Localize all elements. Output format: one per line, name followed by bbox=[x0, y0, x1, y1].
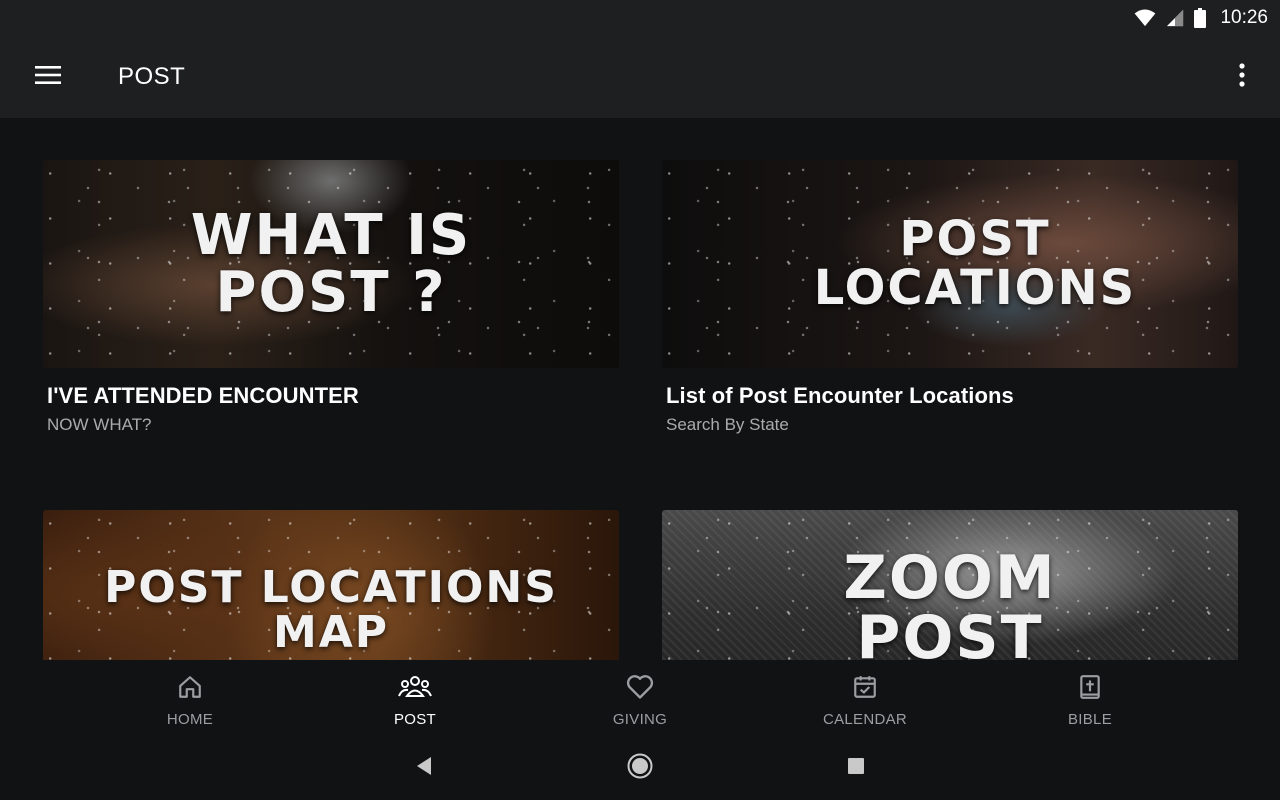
bible-icon bbox=[1077, 674, 1103, 705]
nav-label: BIBLE bbox=[1067, 711, 1113, 728]
card-banner-image: ZOOM POST bbox=[662, 510, 1238, 660]
banner-text: POST LOCATIONS MAP bbox=[104, 562, 558, 658]
group-icon bbox=[398, 674, 432, 705]
card-banner-image: WHAT IS POST ? bbox=[43, 160, 619, 368]
home-icon bbox=[177, 674, 203, 705]
system-navigation-bar bbox=[0, 736, 1280, 800]
nav-item-calendar[interactable]: CALENDAR bbox=[753, 660, 978, 736]
overflow-menu-button[interactable] bbox=[1222, 57, 1262, 97]
signal-icon bbox=[1166, 9, 1184, 27]
nav-label: CALENDAR bbox=[822, 711, 908, 728]
card-subtitle: NOW WHAT? bbox=[47, 415, 152, 434]
banner-text: WHAT IS POST ? bbox=[190, 202, 472, 325]
nav-item-giving[interactable]: GIVING bbox=[528, 660, 753, 736]
card-banner-image: POST LOCATIONS MAP bbox=[43, 510, 619, 660]
card-post-locations-map[interactable]: POST LOCATIONS MAP bbox=[43, 510, 619, 660]
system-home-button[interactable] bbox=[532, 736, 748, 800]
battery-icon bbox=[1194, 8, 1207, 28]
calendar-check-icon bbox=[852, 674, 878, 705]
home-circle-icon bbox=[627, 753, 653, 784]
app-bar: POST bbox=[0, 36, 1280, 118]
banner-text: POST LOCATIONS bbox=[813, 211, 1137, 316]
recents-icon bbox=[847, 757, 865, 780]
heart-icon bbox=[626, 674, 654, 705]
page-title: POST bbox=[118, 63, 186, 90]
card-zoom-post[interactable]: ZOOM POST bbox=[662, 510, 1238, 660]
banner-text: ZOOM POST bbox=[843, 543, 1057, 660]
back-icon bbox=[415, 756, 433, 781]
hamburger-menu-icon bbox=[35, 65, 61, 90]
system-back-button[interactable] bbox=[316, 736, 532, 800]
bottom-navigation: HOME POST GIVING CALENDAR BIBLE bbox=[0, 660, 1280, 736]
card-what-is-post[interactable]: WHAT IS POST ? I'VE ATTENDED ENCOUNTER N… bbox=[43, 160, 619, 435]
nav-label: HOME bbox=[166, 711, 214, 728]
card-banner-image: POST LOCATIONS bbox=[662, 160, 1238, 368]
nav-item-home[interactable]: HOME bbox=[78, 660, 303, 736]
status-time: 10:26 bbox=[1220, 7, 1268, 28]
hamburger-menu-button[interactable] bbox=[0, 36, 96, 118]
nav-label: GIVING bbox=[612, 711, 668, 728]
nav-label: POST bbox=[393, 711, 437, 728]
wifi-icon bbox=[1134, 9, 1156, 27]
card-post-locations[interactable]: POST LOCATIONS List of Post Encounter Lo… bbox=[662, 160, 1238, 435]
card-grid: WHAT IS POST ? I'VE ATTENDED ENCOUNTER N… bbox=[0, 118, 1280, 660]
card-title: I'VE ATTENDED ENCOUNTER bbox=[47, 383, 359, 408]
more-vert-icon bbox=[1239, 62, 1245, 92]
card-title: List of Post Encounter Locations bbox=[666, 383, 1014, 408]
card-subtitle: Search By State bbox=[666, 415, 789, 434]
status-bar: 10:26 bbox=[0, 0, 1280, 36]
nav-item-post[interactable]: POST bbox=[303, 660, 528, 736]
system-recents-button[interactable] bbox=[748, 736, 964, 800]
nav-item-bible[interactable]: BIBLE bbox=[978, 660, 1203, 736]
